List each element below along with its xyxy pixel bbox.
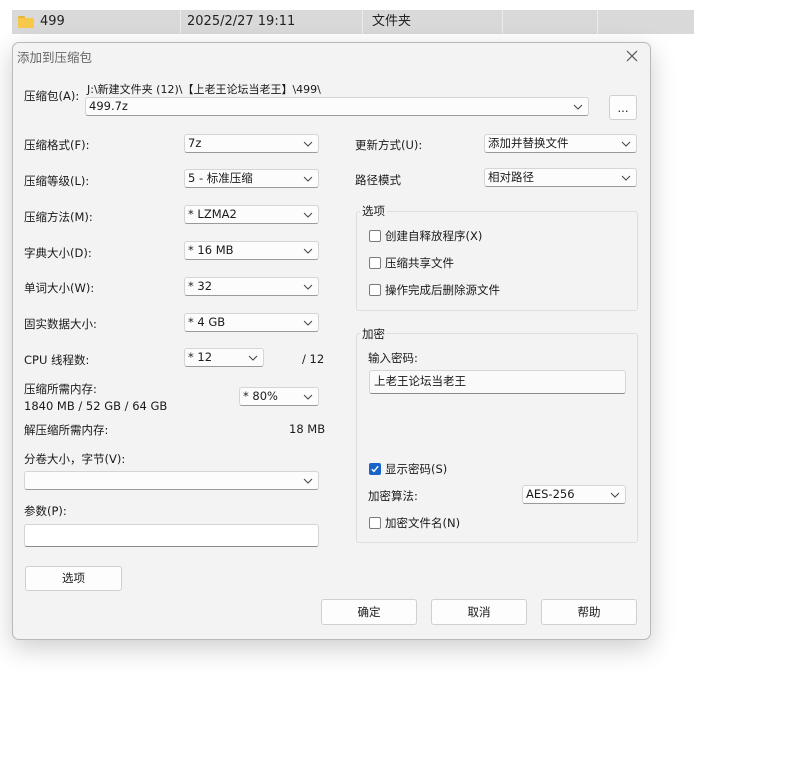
file-list-row[interactable]: 499 2025/2/27 19:11 文件夹 [12, 10, 694, 34]
cpu-select[interactable]: * 12 [184, 348, 264, 367]
chevron-down-icon [621, 141, 631, 147]
chevron-down-icon [303, 284, 313, 290]
mem-decomp-label: 解压缩所需内存: [24, 423, 109, 437]
archive-path: J:\新建文件夹 (12)\【上老王论坛当老王】\499\ [87, 83, 321, 96]
dict-select[interactable]: * 16 MB [184, 241, 319, 260]
level-value: 5 - 标准压缩 [188, 171, 253, 185]
chevron-down-icon [303, 212, 313, 218]
path-mode-value: 相对路径 [488, 170, 534, 184]
encrypt-names-label[interactable]: 加密文件名(N) [385, 515, 460, 531]
mem-comp-select[interactable]: * 80% [239, 387, 319, 406]
level-select[interactable]: 5 - 标准压缩 [184, 169, 319, 188]
close-button[interactable] [621, 46, 643, 66]
show-password-label[interactable]: 显示密码(S) [385, 461, 447, 477]
solid-label: 固实数据大小: [24, 317, 97, 331]
encryption-method-select[interactable]: AES-256 [522, 485, 626, 504]
options-button[interactable]: 选项 [25, 566, 122, 591]
word-select[interactable]: * 32 [184, 277, 319, 296]
update-mode-select[interactable]: 添加并替换文件 [484, 134, 637, 153]
chevron-down-icon [303, 248, 313, 254]
sfx-label[interactable]: 创建自释放程序(X) [385, 228, 482, 244]
update-mode-value: 添加并替换文件 [488, 136, 569, 150]
level-label: 压缩等级(L): [24, 174, 90, 188]
chevron-down-icon [303, 141, 313, 147]
delete-after-checkbox[interactable] [369, 284, 381, 296]
format-label: 压缩格式(F): [24, 138, 90, 152]
update-mode-label: 更新方式(U): [355, 138, 423, 152]
volume-combo[interactable] [24, 471, 319, 490]
chevron-down-icon [303, 478, 313, 484]
ok-button[interactable]: 确定 [321, 599, 417, 625]
word-value: * 32 [188, 279, 213, 293]
encrypt-names-checkbox[interactable] [369, 517, 381, 529]
help-button[interactable]: 帮助 [541, 599, 637, 625]
word-label: 单词大小(W): [24, 281, 95, 295]
folder-icon [18, 16, 34, 28]
shared-checkbox[interactable] [369, 257, 381, 269]
encryption-group-title: 加密 [360, 326, 387, 342]
delete-after-label[interactable]: 操作完成后删除源文件 [385, 282, 500, 298]
chevron-down-icon [610, 492, 620, 498]
close-icon [626, 50, 638, 62]
encryption-method-value: AES-256 [526, 487, 575, 501]
file-type: 文件夹 [372, 14, 412, 29]
cpu-label: CPU 线程数: [24, 353, 90, 367]
chevron-down-icon [621, 175, 631, 181]
encryption-method-label: 加密算法: [368, 489, 418, 503]
sfx-checkbox[interactable] [369, 230, 381, 242]
method-label: 压缩方法(M): [24, 210, 93, 224]
cancel-button[interactable]: 取消 [431, 599, 527, 625]
chevron-down-icon [248, 355, 258, 361]
file-date: 2025/2/27 19:11 [187, 14, 296, 29]
chevron-down-icon [303, 394, 313, 400]
path-mode-label: 路径模式 [355, 173, 401, 187]
cpu-value: * 12 [188, 350, 213, 364]
dialog-title: 添加到压缩包 [17, 50, 93, 65]
browse-button[interactable]: ... [609, 95, 637, 120]
archive-name-combo[interactable]: 499.7z [85, 97, 589, 116]
format-select[interactable]: 7z [184, 134, 319, 153]
check-icon [371, 465, 379, 473]
method-value: * LZMA2 [188, 207, 237, 221]
password-input[interactable]: 上老王论坛当老王 [369, 370, 626, 394]
format-value: 7z [188, 136, 202, 150]
archive-label: 压缩包(A): [24, 89, 80, 103]
mem-comp-value: * 80% [243, 389, 278, 403]
add-to-archive-dialog: 添加到压缩包 压缩包(A): J:\新建文件夹 (12)\【上老王论坛当老王】\… [12, 42, 651, 640]
mem-comp-label: 压缩所需内存: [24, 382, 97, 396]
chevron-down-icon [303, 176, 313, 182]
params-label: 参数(P): [24, 504, 67, 518]
cpu-total: / 12 [302, 352, 325, 366]
mem-comp-detail: 1840 MB / 52 GB / 64 GB [24, 399, 168, 413]
path-mode-select[interactable]: 相对路径 [484, 168, 637, 187]
params-input[interactable] [24, 524, 319, 547]
volume-label: 分卷大小，字节(V): [24, 452, 126, 466]
solid-select[interactable]: * 4 GB [184, 313, 319, 332]
options-group-title: 选项 [360, 203, 387, 219]
dict-label: 字典大小(D): [24, 246, 92, 260]
method-select[interactable]: * LZMA2 [184, 205, 319, 224]
password-label: 输入密码: [368, 351, 418, 365]
archive-name-value: 499.7z [89, 99, 128, 113]
file-name: 499 [40, 14, 65, 29]
chevron-down-icon [573, 104, 583, 110]
dict-value: * 16 MB [188, 243, 234, 257]
chevron-down-icon [303, 320, 313, 326]
mem-decomp-value: 18 MB [289, 422, 326, 436]
show-password-checkbox[interactable] [369, 463, 381, 475]
solid-value: * 4 GB [188, 315, 226, 329]
shared-label[interactable]: 压缩共享文件 [385, 255, 454, 271]
